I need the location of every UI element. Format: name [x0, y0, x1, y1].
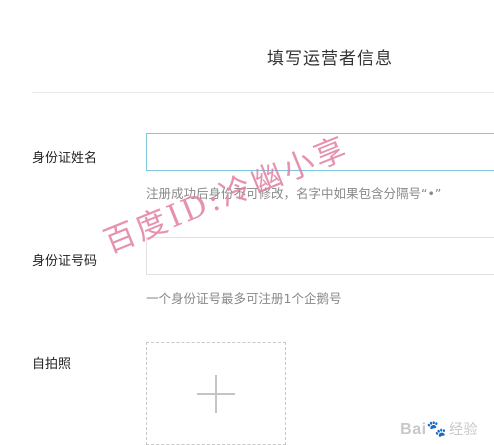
selfie-label: 自拍照: [32, 357, 72, 372]
logo-suffix: 经验: [449, 421, 478, 437]
baidu-jingyan-logo: Bai🐾 经验: [400, 419, 478, 439]
page-title: 填写运营者信息: [267, 49, 393, 69]
id-number-hint: 一个身份证号最多可注册1个企鹅号: [146, 291, 342, 306]
header-divider: [32, 92, 494, 93]
id-number-label: 身份证号码: [32, 254, 98, 269]
id-name-label: 身份证姓名: [32, 151, 98, 166]
plus-icon-vertical: [215, 375, 217, 413]
logo-brand: Bai: [400, 421, 427, 438]
id-number-input[interactable]: [146, 237, 494, 275]
selfie-upload-button[interactable]: [146, 342, 286, 445]
paw-icon: 🐾: [426, 421, 447, 438]
